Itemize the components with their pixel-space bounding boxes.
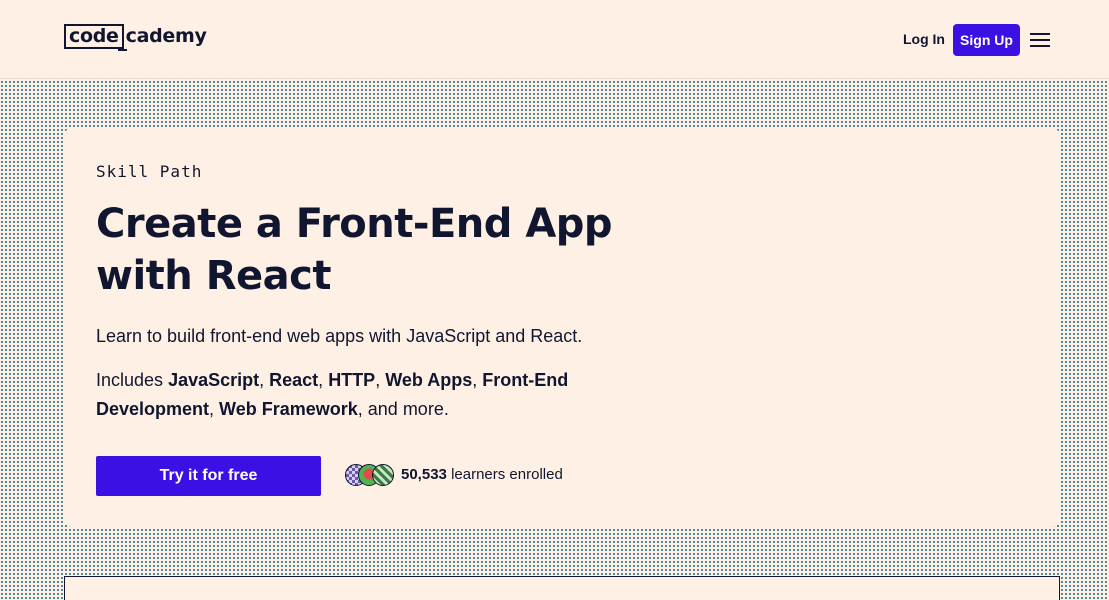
menu-bar [1030, 33, 1050, 35]
includes-item: React [269, 370, 319, 390]
includes-suffix: and more. [367, 399, 449, 419]
logo-boxed-text: code [64, 24, 124, 49]
page-title: Create a Front-End App with React [96, 198, 616, 302]
learners-count: 50,533 [401, 466, 447, 483]
menu-bar [1030, 45, 1050, 47]
includes-item: HTTP [328, 370, 376, 390]
skill-path-label: Skill Path [96, 162, 203, 181]
includes-prefix: Includes [96, 370, 164, 390]
content-panel [64, 576, 1060, 600]
title-line-1: Create a Front-End App [96, 201, 613, 247]
path-description: Learn to build front-end web apps with J… [96, 326, 583, 346]
avatar [372, 464, 394, 486]
learners-label: learners enrolled [451, 466, 563, 483]
includes-item: JavaScript [168, 370, 260, 390]
menu-bar [1030, 39, 1050, 41]
site-header: code cademy Log In Sign Up [0, 0, 1109, 79]
includes-item: Web Framework [219, 399, 358, 419]
logo-rest-text: cademy [125, 25, 207, 47]
logo-cursor [118, 49, 127, 51]
includes-item: Web Apps [385, 370, 473, 390]
includes-list: Includes JavaScript, React, HTTP, Web Ap… [96, 370, 569, 419]
try-it-free-button[interactable]: Try it for free [96, 456, 321, 496]
learner-avatars [345, 464, 397, 486]
learners-enrolled: 50,533 learners enrolled [401, 464, 563, 486]
hero-card: Skill Path Create a Front-End App with R… [64, 128, 1060, 527]
codecademy-logo[interactable]: code cademy [64, 24, 207, 51]
signup-button[interactable]: Sign Up [953, 24, 1020, 56]
title-line-2: with React [96, 253, 331, 299]
login-link[interactable]: Log In [903, 28, 945, 50]
hamburger-menu-icon[interactable] [1030, 32, 1050, 48]
